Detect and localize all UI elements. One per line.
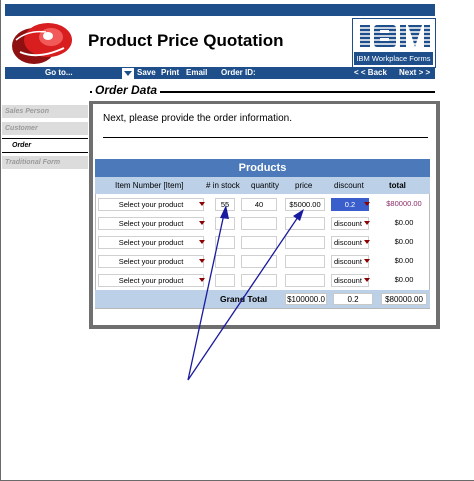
chevron-down-icon	[199, 278, 205, 282]
product-dropdown-button[interactable]	[197, 274, 209, 287]
chevron-down-icon	[199, 240, 205, 244]
sidebar-item-traditional-form[interactable]: Traditional Form	[2, 156, 88, 169]
price-field[interactable]	[285, 217, 325, 230]
product-dropdown-button[interactable]	[197, 255, 209, 268]
chevron-down-icon	[199, 202, 205, 206]
discount-dropdown-button[interactable]	[363, 198, 373, 211]
quantity-field[interactable]	[241, 255, 277, 268]
discount-dropdown-button[interactable]	[363, 255, 373, 268]
product-select[interactable]: Select your product	[98, 274, 204, 287]
grand-total-discount: 0.2	[333, 293, 373, 305]
email-button[interactable]: Email	[186, 67, 207, 79]
top-banner-stripe	[5, 4, 435, 16]
discount-dropdown-button[interactable]	[363, 236, 373, 249]
chevron-down-icon	[364, 278, 370, 282]
red-sphere-logo-icon	[8, 18, 76, 66]
goto-menu[interactable]: Go to...	[45, 67, 73, 79]
discount-dropdown-button[interactable]	[363, 217, 373, 230]
chevron-down-icon	[199, 259, 205, 263]
product-dropdown-button[interactable]	[197, 217, 209, 230]
stock-field[interactable]: 55	[215, 198, 235, 211]
quantity-field[interactable]	[241, 274, 277, 287]
price-field[interactable]	[285, 236, 325, 249]
chevron-down-icon	[124, 71, 132, 76]
table-bottom-border	[95, 308, 430, 309]
row-total: $0.00	[381, 255, 427, 268]
product-select[interactable]: Select your product	[98, 198, 204, 211]
chevron-down-icon	[364, 240, 370, 244]
ibm-caption: IBM Workplace Forms	[354, 52, 433, 65]
sidebar-item-order[interactable]: Order	[2, 138, 88, 153]
chevron-down-icon	[364, 202, 370, 206]
next-button[interactable]: Next > >	[399, 67, 430, 79]
price-field[interactable]	[285, 255, 325, 268]
navigation-bar: Go to... Save Print Email Order ID: < < …	[5, 67, 435, 80]
stock-field[interactable]	[215, 217, 235, 230]
chevron-down-icon	[199, 221, 205, 225]
column-header-quantity: quantity	[251, 181, 280, 190]
grand-total-price: $100000.0	[285, 293, 327, 305]
product-dropdown-button[interactable]	[197, 198, 209, 211]
quantity-field[interactable]	[241, 236, 277, 249]
column-header-discount: discount	[334, 181, 364, 190]
row-total: $0.00	[381, 236, 427, 249]
frame-left-border	[0, 0, 1, 481]
row-total: $0.00	[381, 217, 427, 230]
table-row: Select your product 55 40 $5000.00 0.2 $…	[95, 196, 430, 215]
price-field[interactable]	[285, 274, 325, 287]
goto-dropdown-button[interactable]	[122, 68, 134, 80]
ibm-logo-icon	[358, 25, 432, 47]
sidebar-item-sales-person[interactable]: Sales Person	[2, 105, 88, 118]
table-row: Select your product discount $0.00	[95, 234, 430, 253]
column-header-price: price	[295, 181, 313, 190]
instruction-text: Next, please provide the order informati…	[103, 113, 292, 124]
table-row: Select your product discount $0.00	[95, 253, 430, 272]
grand-total-label: Grand Total	[220, 294, 268, 304]
column-header-total: total	[389, 181, 406, 190]
quantity-field[interactable]: 40	[241, 198, 277, 211]
grand-total-row: Grand Total $100000.0 0.2 $80000.00	[95, 290, 430, 308]
discount-dropdown-button[interactable]	[363, 274, 373, 287]
quantity-field[interactable]	[241, 217, 277, 230]
column-header-stock: # in stock	[206, 181, 240, 190]
chevron-down-icon	[364, 259, 370, 263]
product-select[interactable]: Select your product	[98, 217, 204, 230]
row-total: $80000.00	[381, 198, 427, 211]
table-row: Select your product discount $0.00	[95, 272, 430, 291]
save-button[interactable]: Save	[137, 67, 156, 79]
ibm-brand-box: IBM Workplace Forms	[352, 18, 436, 68]
row-total: $0.00	[381, 274, 427, 287]
page-title: Product Price Quotation	[88, 31, 284, 50]
stock-field[interactable]	[215, 274, 235, 287]
instruction-rule	[103, 137, 428, 138]
back-button[interactable]: < < Back	[354, 67, 387, 79]
order-id-label: Order ID:	[221, 68, 256, 77]
product-select[interactable]: Select your product	[98, 236, 204, 249]
section-title: Order Data	[92, 83, 161, 97]
stock-field[interactable]	[215, 255, 235, 268]
print-button[interactable]: Print	[161, 67, 179, 79]
column-header-item: Item Number [Item]	[115, 181, 184, 190]
grand-total-amount: $80000.00	[381, 293, 427, 305]
stock-field[interactable]	[215, 236, 235, 249]
products-column-headers: Item Number [Item] # in stock quantity p…	[95, 177, 430, 194]
price-field[interactable]: $5000.00	[285, 198, 325, 211]
chevron-down-icon	[364, 221, 370, 225]
products-table-title: Products	[95, 159, 430, 177]
product-select[interactable]: Select your product	[98, 255, 204, 268]
sidebar-item-customer[interactable]: Customer	[2, 122, 88, 135]
table-row: Select your product discount $0.00	[95, 215, 430, 234]
product-dropdown-button[interactable]	[197, 236, 209, 249]
